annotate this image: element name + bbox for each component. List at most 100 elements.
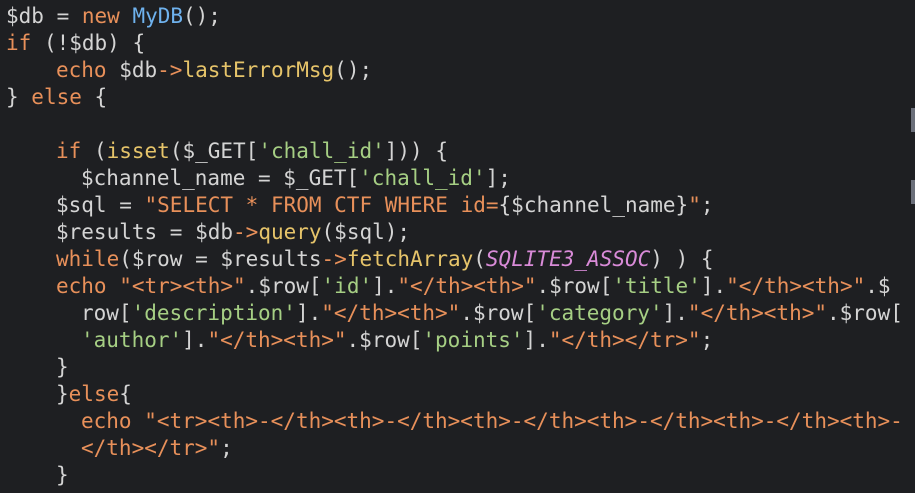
code-line[interactable]: $results = $db->query($sql); <box>6 219 903 246</box>
code-token: (!$db) { <box>31 31 146 55</box>
code-line[interactable]: 'author']."</th><th>".$row['points']."</… <box>6 327 903 354</box>
code-token: ; <box>700 328 714 352</box>
code-token: query <box>258 220 322 244</box>
code-token: $sql = <box>56 193 145 217</box>
code-token: ; <box>700 193 714 217</box>
code-token: .$ <box>865 274 891 298</box>
code-token: ]. <box>523 328 549 352</box>
code-token: ($sql); <box>321 220 411 244</box>
code-token: else <box>31 85 82 109</box>
code-token: -> <box>233 220 259 244</box>
code-token: "</th><th>" <box>207 328 347 352</box>
code-token: (); <box>183 4 221 28</box>
code-area[interactable]: $db = new MyDB(); if (!$db) {echo $db->la… <box>6 3 903 489</box>
code-token: else <box>68 382 120 406</box>
code-token: { <box>119 382 132 406</box>
code-line[interactable]: $channel_name = $_GET['chall_id']; <box>6 165 903 192</box>
code-token: 'title' <box>612 274 701 298</box>
code-line[interactable]: while($row = $results->fetchArray(SQLITE… <box>6 246 903 273</box>
code-token: "</th><th>" <box>687 301 827 325</box>
code-token: isset <box>106 139 170 163</box>
code-token: if <box>6 31 32 55</box>
code-token: .$row[ <box>827 301 903 325</box>
code-token: ]. <box>295 301 322 325</box>
code-token: if <box>56 139 82 163</box>
code-line[interactable]: $db = new MyDB(); <box>6 3 903 30</box>
code-token: } <box>56 463 69 487</box>
code-token: ]. <box>700 274 727 298</box>
scrollbar-marker <box>911 180 915 204</box>
code-line[interactable]: if (!$db) { <box>6 30 903 57</box>
code-token: ]. <box>372 274 398 298</box>
code-token: " <box>688 193 701 217</box>
code-token: echo <box>56 58 107 82</box>
code-line[interactable]: echo "<tr><th>".$row['id']."</th><th>".$… <box>6 273 903 300</box>
code-line[interactable]: } else { <box>6 84 903 111</box>
code-token: "</th><th>" <box>321 301 461 325</box>
code-token: new <box>81 4 133 28</box>
code-token: fetchArray <box>346 247 474 271</box>
code-token: echo <box>56 274 107 298</box>
code-token: 'chall_id' <box>258 139 385 163</box>
code-token: .$row[ <box>460 301 537 325</box>
code-line[interactable]: } <box>6 354 903 381</box>
code-token: SQLITE3_ASSOC <box>485 247 651 271</box>
code-token: "</th><th>" <box>726 274 866 298</box>
code-token: {$channel_name} <box>498 193 689 217</box>
code-token: } <box>56 355 69 379</box>
code-token: } <box>56 382 69 406</box>
code-token: .$row[ <box>245 274 322 298</box>
code-token: 'category' <box>536 301 663 325</box>
code-token: row[ <box>81 301 132 325</box>
code-line[interactable]: row['description']."</th><th>".$row['cat… <box>6 300 903 327</box>
code-token: echo <box>81 409 132 433</box>
code-token: ]. <box>662 301 688 325</box>
code-token: 'chall_id' <box>359 166 486 190</box>
code-token: "SELECT * FROM CTF WHERE id= <box>144 193 499 217</box>
code-token: .$row[ <box>346 328 423 352</box>
code-token: "<tr><th>" <box>119 274 246 298</box>
code-token: 'points' <box>422 328 524 352</box>
code-token: $db <box>106 58 158 82</box>
code-token: 'description' <box>131 301 296 325</box>
code-token: ( <box>473 247 486 271</box>
code-token: "</th><th>" <box>397 274 537 298</box>
code-token: $channel_name = $_GET[ <box>81 166 360 190</box>
code-line[interactable]: </th></tr>"; <box>6 435 903 462</box>
code-editor[interactable]: $db = new MyDB(); if (!$db) {echo $db->la… <box>0 0 915 493</box>
code-token: "</th></tr>" <box>548 328 701 352</box>
code-line[interactable]: if (isset($_GET['chall_id'])) { <box>6 138 903 165</box>
code-token: ($_GET[ <box>169 139 259 163</box>
code-line[interactable]: echo $db->lastErrorMsg(); <box>6 57 903 84</box>
code-token: ; <box>220 436 233 460</box>
code-token: </th></tr>" <box>81 436 221 460</box>
code-token: $results = $db <box>56 220 234 244</box>
code-token: while <box>56 247 120 271</box>
code-token: $db = <box>6 4 82 28</box>
code-line[interactable] <box>6 111 903 138</box>
code-token: "<tr><th>-</th><th>-</th><th>-</th><th>-… <box>144 409 903 433</box>
code-token: -> <box>157 58 183 82</box>
code-line[interactable]: $sql = "SELECT * FROM CTF WHERE id={$cha… <box>6 192 903 219</box>
code-token: } <box>6 85 32 109</box>
code-token: 'id' <box>321 274 373 298</box>
code-token: ])) { <box>384 139 448 163</box>
code-line[interactable]: echo "<tr><th>-</th><th>-</th><th>-</th>… <box>6 408 903 435</box>
code-token: { <box>81 85 108 109</box>
code-token: MyDB <box>132 4 184 28</box>
code-line[interactable]: } <box>6 462 903 489</box>
code-token: lastErrorMsg <box>182 58 335 82</box>
code-token: ]. <box>182 328 208 352</box>
code-token: ]; <box>485 166 511 190</box>
code-token: ($row = $results <box>119 247 322 271</box>
code-line[interactable]: }else{ <box>6 381 903 408</box>
scrollbar-marker <box>911 108 915 132</box>
code-token: (); <box>334 58 373 82</box>
code-token: 'author' <box>81 328 183 352</box>
code-token: ) ) { <box>650 247 714 271</box>
code-token: .$row[ <box>536 274 613 298</box>
code-token: ( <box>81 139 107 163</box>
code-token: -> <box>321 247 347 271</box>
